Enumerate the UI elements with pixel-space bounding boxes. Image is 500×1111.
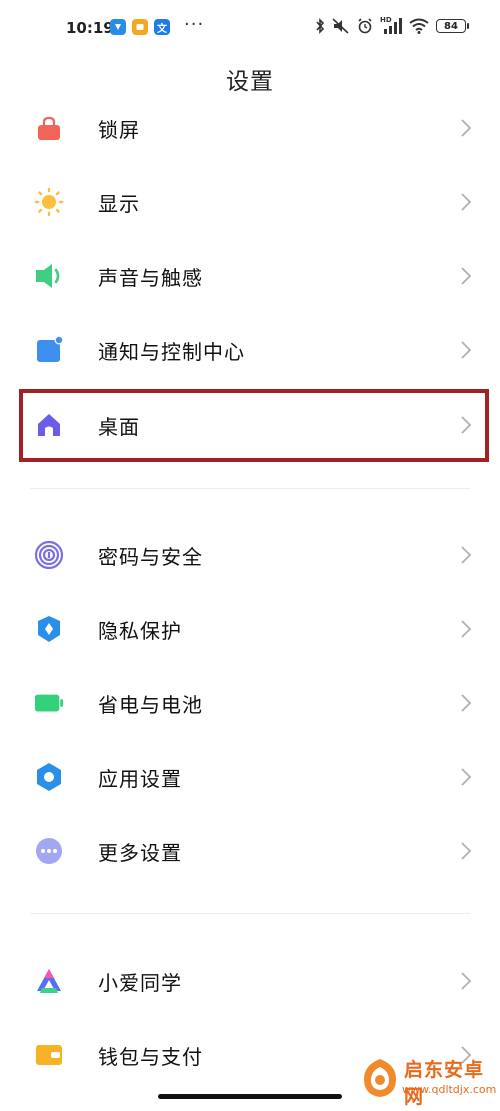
chevron-right-icon	[461, 193, 472, 211]
translate-icon: 文	[154, 19, 170, 35]
menu-label: 声音与触感	[98, 265, 203, 290]
hd-signal-icon: HD	[380, 16, 402, 34]
status-time: 10:19	[66, 19, 114, 37]
fingerprint-icon	[34, 540, 64, 570]
menu-label: 隐私保护	[98, 618, 182, 643]
menu-label: 小爱同学	[98, 970, 182, 995]
menu-item-more-settings[interactable]: 更多设置	[0, 814, 500, 888]
more-icon	[34, 836, 64, 866]
menu-item-app-settings[interactable]: 应用设置	[0, 740, 500, 814]
alarm-icon	[358, 18, 372, 34]
battery-icon: 84	[436, 19, 469, 33]
mute-icon	[332, 18, 349, 34]
chevron-right-icon	[461, 972, 472, 990]
divider	[30, 488, 470, 489]
more-notifications-icon: ···	[184, 14, 205, 35]
watermark: 启东安卓网 www.qdltdjx.com	[358, 1051, 497, 1108]
xiaoai-icon	[34, 966, 64, 996]
chevron-right-icon	[461, 842, 472, 860]
menu-item-privacy[interactable]: 隐私保护	[0, 592, 500, 666]
menu-label: 应用设置	[98, 766, 182, 791]
watermark-title: 启东安卓网	[404, 1059, 485, 1108]
menu-label: 密码与安全	[98, 544, 203, 569]
watermark-url: www.qdltdjx.com	[402, 1083, 497, 1096]
menu-item-sound[interactable]: 声音与触感	[0, 239, 500, 313]
privacy-icon	[34, 614, 64, 644]
menu-label: 通知与控制中心	[98, 339, 245, 364]
watermark-logo-icon	[364, 1059, 396, 1097]
chevron-right-icon	[461, 694, 472, 712]
highlight-box	[19, 389, 489, 462]
menu-item-notification[interactable]: 通知与控制中心	[0, 313, 500, 387]
battery-saver-icon	[34, 688, 64, 718]
menu-item-display[interactable]: 显示	[0, 165, 500, 239]
menu-label: 钱包与支付	[98, 1044, 203, 1069]
chevron-right-icon	[461, 546, 472, 564]
sun-icon	[34, 187, 64, 217]
menu-label: 显示	[98, 191, 140, 216]
chevron-right-icon	[461, 620, 472, 638]
menu-item-battery[interactable]: 省电与电池	[0, 666, 500, 740]
chevron-right-icon	[461, 768, 472, 786]
menu-label: 更多设置	[98, 840, 182, 865]
speaker-icon	[34, 261, 64, 291]
home-indicator[interactable]	[158, 1094, 342, 1099]
bluetooth-icon	[316, 18, 325, 34]
yellow-app-icon	[132, 19, 148, 35]
menu-label: 省电与电池	[98, 692, 203, 717]
chevron-right-icon	[461, 267, 472, 285]
battery-level: 84	[444, 20, 458, 32]
menu-label: 锁屏	[98, 117, 140, 142]
blue-app-icon	[110, 19, 126, 35]
notification-icon	[34, 335, 64, 365]
status-bar: 10:19 文 ··· HD 84	[0, 0, 500, 56]
chevron-right-icon	[461, 341, 472, 359]
wifi-icon	[409, 18, 429, 34]
menu-item-password-security[interactable]: 密码与安全	[0, 518, 500, 592]
chevron-right-icon	[461, 119, 472, 137]
menu-item-xiaoai[interactable]: 小爱同学	[0, 944, 500, 1018]
divider	[30, 913, 470, 914]
lock-icon	[34, 113, 64, 143]
gear-icon	[34, 762, 64, 792]
menu-item-lock-screen[interactable]: 锁屏	[0, 91, 500, 165]
wallet-icon	[34, 1040, 64, 1070]
